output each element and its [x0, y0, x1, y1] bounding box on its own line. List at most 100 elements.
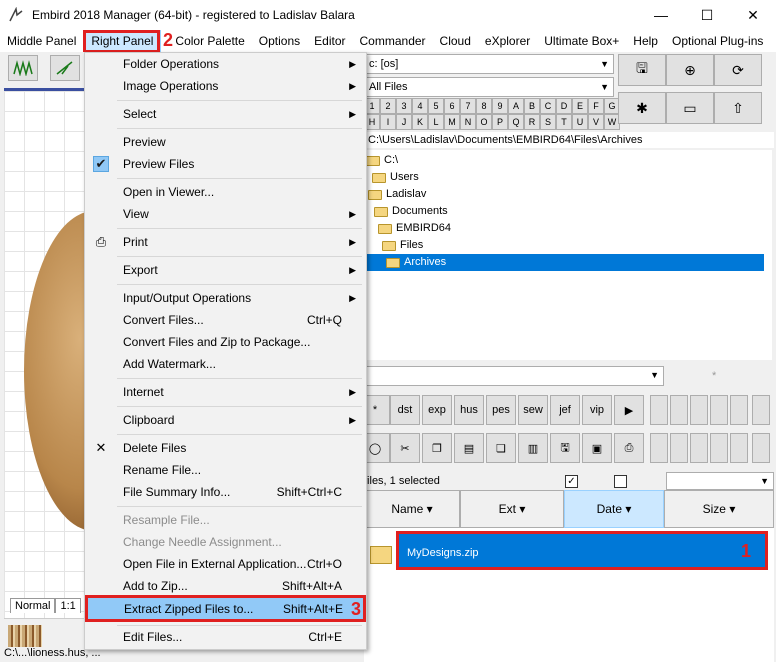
view-option-button[interactable] [752, 395, 770, 425]
letter-button[interactable]: 7 [460, 98, 476, 114]
menu-item-convert-files[interactable]: Convert Files... Ctrl+Q [87, 309, 364, 331]
menu-item-folder-operations[interactable]: Folder Operations ▶ [87, 53, 364, 75]
close-button[interactable]: ✕ [730, 0, 776, 30]
letter-button[interactable]: Q [508, 114, 524, 130]
tab-normal[interactable]: Normal [10, 598, 56, 613]
view-option-button[interactable] [650, 433, 668, 463]
menu-item-add-to-zip[interactable]: Add to Zip... Shift+Alt+A [87, 575, 364, 597]
menu-ultimate-box[interactable]: Ultimate Box+ [537, 30, 626, 52]
letter-button[interactable]: F [588, 98, 604, 114]
column-date[interactable]: Date ▾ [564, 490, 664, 528]
letter-button[interactable]: P [492, 114, 508, 130]
view-option-button[interactable] [730, 433, 748, 463]
menu-help[interactable]: Help [626, 30, 665, 52]
letter-button[interactable]: A [508, 98, 524, 114]
ext-button-hus[interactable]: hus [454, 395, 484, 425]
save-button[interactable]: 🖫 [550, 433, 580, 463]
printer-button[interactable]: ⎙ [614, 433, 644, 463]
ext-button-sew[interactable]: sew [518, 395, 548, 425]
tree-node[interactable]: Users [372, 169, 419, 186]
view-option-button[interactable] [752, 433, 770, 463]
ext-button-dst[interactable]: dst [390, 395, 420, 425]
design-canvas[interactable] [4, 88, 84, 643]
tab-one-to-one[interactable]: 1:1 [55, 598, 81, 613]
checkbox-unchecked[interactable] [614, 475, 627, 488]
view-option-button[interactable] [730, 395, 748, 425]
menu-item-add-watermark[interactable]: Add Watermark... [87, 353, 364, 375]
multi-copy-button[interactable]: ▥ [518, 433, 548, 463]
column-ext[interactable]: Ext ▾ [460, 490, 564, 528]
menu-editor[interactable]: Editor [307, 30, 352, 52]
copy-button[interactable]: ❐ [422, 433, 452, 463]
letter-button[interactable]: B [524, 98, 540, 114]
tree-node[interactable]: Documents [374, 203, 448, 220]
tree-node[interactable]: EMBIRD64 [378, 220, 451, 237]
print-preview-button[interactable]: ▣ [582, 433, 612, 463]
menu-options[interactable]: Options [252, 30, 307, 52]
menu-explorer[interactable]: eXplorer [478, 30, 537, 52]
stitch-toolbar-button[interactable] [8, 55, 38, 81]
menu-item-file-summary-info[interactable]: File Summary Info... Shift+Ctrl+C [87, 481, 364, 503]
column-name[interactable]: Name ▾ [364, 490, 460, 528]
letter-button[interactable]: 3 [396, 98, 412, 114]
tree-node[interactable]: C:\ [366, 152, 398, 169]
letter-button[interactable]: M [444, 114, 460, 130]
ext-button-jef[interactable]: jef [550, 395, 580, 425]
menu-item-view[interactable]: View ▶ [87, 203, 364, 225]
checkbox-checked[interactable]: ✓ [565, 475, 578, 488]
ext-button-more[interactable]: ▶ [614, 395, 644, 425]
menu-color-palette[interactable]: Color Palette [161, 30, 251, 52]
letter-button[interactable]: 8 [476, 98, 492, 114]
letter-button[interactable]: R [524, 114, 540, 130]
letter-button[interactable]: 9 [492, 98, 508, 114]
minimize-button[interactable]: — [638, 0, 684, 30]
cut-button[interactable]: ✂ [390, 433, 420, 463]
new-folder-button[interactable]: ✱ [618, 92, 666, 124]
menu-item-convert-and-zip[interactable]: Convert Files and Zip to Package... [87, 331, 364, 353]
paste-button[interactable]: ▤ [454, 433, 484, 463]
menu-item-clipboard[interactable]: Clipboard ▶ [87, 409, 364, 431]
open-folder-button[interactable]: ▭ [666, 92, 714, 124]
menu-optional-plugins[interactable]: Optional Plug-ins [665, 30, 770, 52]
tree-node-selected[interactable]: Archives [366, 254, 764, 271]
menu-item-preview-files[interactable]: ✔ Preview Files [87, 153, 364, 175]
letter-button[interactable]: 2 [380, 98, 396, 114]
letter-button[interactable]: E [572, 98, 588, 114]
letter-button[interactable]: D [556, 98, 572, 114]
letter-button[interactable]: O [476, 114, 492, 130]
view-option-button[interactable] [690, 433, 708, 463]
file-filter-select[interactable]: All Files ▼ [364, 77, 614, 97]
letter-button[interactable]: T [556, 114, 572, 130]
save-file-button[interactable]: 🖫 [618, 54, 666, 86]
menu-item-input-output-operations[interactable]: Input/Output Operations ▶ [87, 287, 364, 309]
view-option-button[interactable] [710, 395, 728, 425]
menu-commander[interactable]: Commander [353, 30, 433, 52]
view-option-button[interactable] [670, 395, 688, 425]
menu-item-image-operations[interactable]: Image Operations ▶ [87, 75, 364, 97]
view-option-button[interactable] [650, 395, 668, 425]
refresh-button[interactable]: ⟳ [714, 54, 762, 86]
menu-item-preview[interactable]: Preview [87, 131, 364, 153]
zoom-button[interactable]: ⊕ [666, 54, 714, 86]
menu-item-extract-zipped-files[interactable]: Extract Zipped Files to... Shift+Alt+E 3 [85, 595, 366, 622]
letter-button[interactable]: 5 [428, 98, 444, 114]
menu-item-print[interactable]: ⎙ Print ▶ [87, 231, 364, 253]
menu-item-delete-files[interactable]: ✕ Delete Files [87, 437, 364, 459]
menu-item-export[interactable]: Export ▶ [87, 259, 364, 281]
letter-button[interactable]: N [460, 114, 476, 130]
drive-select[interactable]: c: [os] ▼ [364, 54, 614, 74]
ext-button-vip[interactable]: vip [582, 395, 612, 425]
menu-item-internet[interactable]: Internet ▶ [87, 381, 364, 403]
menu-cloud[interactable]: Cloud [433, 30, 478, 52]
up-folder-button[interactable]: ⇧ [714, 92, 762, 124]
tool-toolbar-button[interactable] [50, 55, 80, 81]
menu-item-rename-file[interactable]: Rename File... [87, 459, 364, 481]
letter-button[interactable]: 6 [444, 98, 460, 114]
ext-button-pes[interactable]: pes [486, 395, 516, 425]
maximize-button[interactable]: ☐ [684, 0, 730, 30]
duplicate-button[interactable]: ❏ [486, 433, 516, 463]
letter-button[interactable]: K [412, 114, 428, 130]
letter-button[interactable]: L [428, 114, 444, 130]
view-option-button[interactable] [670, 433, 688, 463]
tree-node[interactable]: Files [382, 237, 423, 254]
